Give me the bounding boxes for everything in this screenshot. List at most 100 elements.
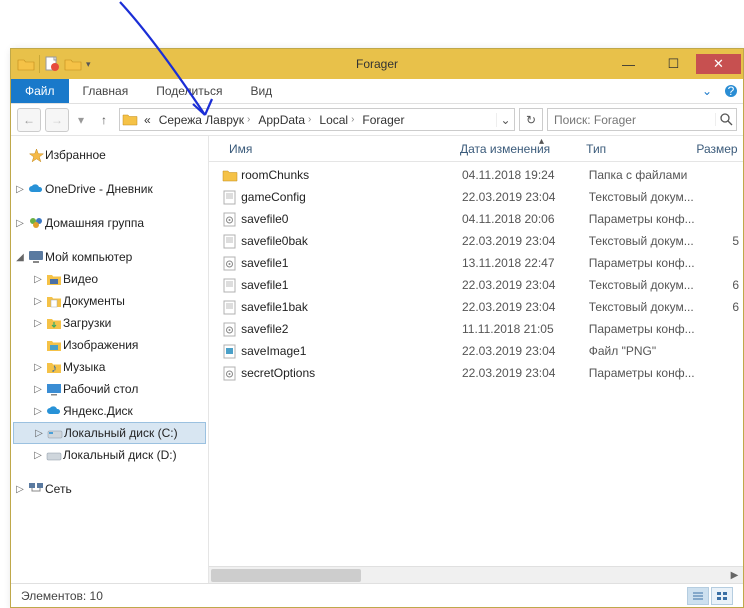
search-icon[interactable] (715, 113, 736, 126)
folder-icon (120, 113, 140, 126)
computer-icon (27, 250, 45, 264)
sidebar-favorites[interactable]: Избранное (13, 144, 206, 166)
column-header-type[interactable]: Тип (578, 142, 688, 156)
expander-icon[interactable]: ▷ (31, 318, 45, 329)
expander-icon[interactable]: ▷ (13, 218, 27, 229)
file-row[interactable]: savefile0bak22.03.2019 23:04Текстовый до… (209, 230, 743, 252)
file-date: 04.11.2018 19:24 (462, 168, 589, 182)
refresh-button[interactable]: ↻ (519, 108, 543, 131)
cloud-icon (45, 405, 63, 417)
folder-icon: ♪ (45, 361, 63, 374)
file-icon (221, 300, 239, 315)
sidebar-item-label: Мой компьютер (45, 250, 132, 264)
sidebar-documents[interactable]: ▷ Документы (13, 290, 206, 312)
up-button[interactable]: ↑ (93, 109, 115, 131)
sidebar-drive-d[interactable]: ▷ Локальный диск (D:) (13, 444, 206, 466)
columns-header[interactable]: ▴ Имя Дата изменения Тип Размер (209, 136, 743, 162)
sidebar-item-label: Сеть (45, 482, 72, 496)
status-elements-label: Элементов: (21, 589, 86, 603)
new-file-icon[interactable] (44, 56, 60, 72)
sidebar-mycomputer[interactable]: ◢ Мой компьютер (13, 246, 206, 268)
sidebar-onedrive[interactable]: ▷ OneDrive - Дневник (13, 178, 206, 200)
file-type: Текстовый докум... (589, 190, 699, 204)
file-name: savefile1 (239, 256, 462, 270)
expander-icon[interactable]: ▷ (31, 384, 45, 395)
file-row[interactable]: savefile122.03.2019 23:04Текстовый докум… (209, 274, 743, 296)
scroll-right-icon[interactable]: ▶ (726, 567, 743, 583)
file-row[interactable]: saveImage122.03.2019 23:04Файл "PNG" (209, 340, 743, 362)
expander-icon[interactable]: ◢ (13, 252, 27, 263)
file-row[interactable]: roomChunks04.11.2018 19:24Папка с файлам… (209, 164, 743, 186)
history-dropdown-icon[interactable]: ▾ (73, 108, 89, 132)
sidebar-item-label: Локальный диск (C:) (64, 426, 178, 440)
help-icon[interactable]: ? (719, 79, 743, 103)
file-row[interactable]: savefile1bak22.03.2019 23:04Текстовый до… (209, 296, 743, 318)
sidebar-music[interactable]: ▷ ♪ Музыка (13, 356, 206, 378)
file-date: 22.03.2019 23:04 (462, 278, 589, 292)
file-row[interactable]: savefile113.11.2018 22:47Параметры конф.… (209, 252, 743, 274)
search-input[interactable] (548, 113, 715, 127)
sidebar-videos[interactable]: ▷ Видео (13, 268, 206, 290)
svg-text:♪: ♪ (51, 361, 57, 374)
navigation-pane[interactable]: Избранное ▷ OneDrive - Дневник ▷ Домашня… (11, 136, 209, 583)
address-bar[interactable]: « Сережа Лаврук› AppData› Local› Forager… (119, 108, 515, 131)
sidebar-network[interactable]: ▷ Сеть (13, 478, 206, 500)
breadcrumb-item[interactable]: AppData› (254, 113, 315, 127)
file-name: savefile0 (239, 212, 462, 226)
view-icons-button[interactable] (711, 587, 733, 605)
column-header-size[interactable]: Размер (688, 142, 743, 156)
expander-icon[interactable]: ▷ (31, 274, 45, 285)
sidebar-homegroup[interactable]: ▷ Домашняя группа (13, 212, 206, 234)
search-box[interactable] (547, 108, 737, 131)
sidebar-drive-c[interactable]: ▷ Локальный диск (C:) (13, 422, 206, 444)
tab-share[interactable]: Поделиться (142, 79, 236, 103)
drive-icon (46, 427, 64, 440)
breadcrumb-item[interactable]: Сережа Лаврук› (155, 113, 255, 127)
titlebar[interactable]: ▾ Forager — ☐ ✕ (11, 49, 743, 79)
file-date: 22.03.2019 23:04 (462, 234, 589, 248)
expander-icon[interactable]: ▷ (13, 484, 27, 495)
sidebar-downloads[interactable]: ▷ Загрузки (13, 312, 206, 334)
tab-view[interactable]: Вид (236, 79, 286, 103)
back-button[interactable]: ← (17, 108, 41, 132)
expander-icon[interactable]: ▷ (31, 450, 45, 461)
ribbon-collapse-icon[interactable]: ⌄ (695, 79, 719, 103)
file-row[interactable]: savefile211.11.2018 21:05Параметры конф.… (209, 318, 743, 340)
expander-icon[interactable]: ▷ (31, 406, 45, 417)
sidebar-yandex-disk[interactable]: ▷ Яндекс.Диск (13, 400, 206, 422)
breadcrumb-prefix[interactable]: « (140, 113, 155, 127)
breadcrumb-item[interactable]: Local› (315, 113, 358, 127)
minimize-button[interactable]: — (606, 54, 651, 74)
file-row[interactable]: savefile004.11.2018 20:06Параметры конф.… (209, 208, 743, 230)
column-header-date[interactable]: Дата изменения (452, 142, 578, 156)
maximize-button[interactable]: ☐ (651, 54, 696, 74)
star-icon (27, 148, 45, 163)
sidebar-desktop[interactable]: ▷ Рабочий стол (13, 378, 206, 400)
expander-icon[interactable]: ▷ (13, 184, 27, 195)
file-date: 22.03.2019 23:04 (462, 344, 589, 358)
scrollbar-thumb[interactable] (211, 569, 361, 582)
sort-indicator-icon: ▴ (539, 136, 544, 147)
tab-file[interactable]: Файл (11, 79, 69, 103)
expander-icon[interactable]: ▷ (31, 362, 45, 373)
view-details-button[interactable] (687, 587, 709, 605)
expander-icon[interactable]: ▷ (31, 296, 45, 307)
file-type: Параметры конф... (589, 256, 699, 270)
column-header-name[interactable]: Имя (221, 142, 452, 156)
qat-dropdown-icon[interactable]: ▾ (86, 59, 91, 70)
close-button[interactable]: ✕ (696, 54, 741, 74)
file-row[interactable]: gameConfig22.03.2019 23:04Текстовый доку… (209, 186, 743, 208)
folder-open-icon[interactable] (64, 57, 82, 71)
breadcrumb-item[interactable]: Forager (358, 113, 408, 127)
file-row[interactable]: secretOptions22.03.2019 23:04Параметры к… (209, 362, 743, 384)
file-list[interactable]: roomChunks04.11.2018 19:24Папка с файлам… (209, 162, 743, 566)
expander-icon[interactable]: ▷ (32, 428, 46, 439)
file-name: secretOptions (239, 366, 462, 380)
horizontal-scrollbar[interactable]: ▶ (209, 566, 743, 583)
forward-button[interactable]: → (45, 108, 69, 132)
tab-home[interactable]: Главная (69, 79, 143, 103)
folder-icon (45, 317, 63, 330)
address-dropdown-icon[interactable]: ⌄ (496, 113, 514, 127)
sidebar-pictures[interactable]: Изображения (13, 334, 206, 356)
file-icon (221, 256, 239, 271)
